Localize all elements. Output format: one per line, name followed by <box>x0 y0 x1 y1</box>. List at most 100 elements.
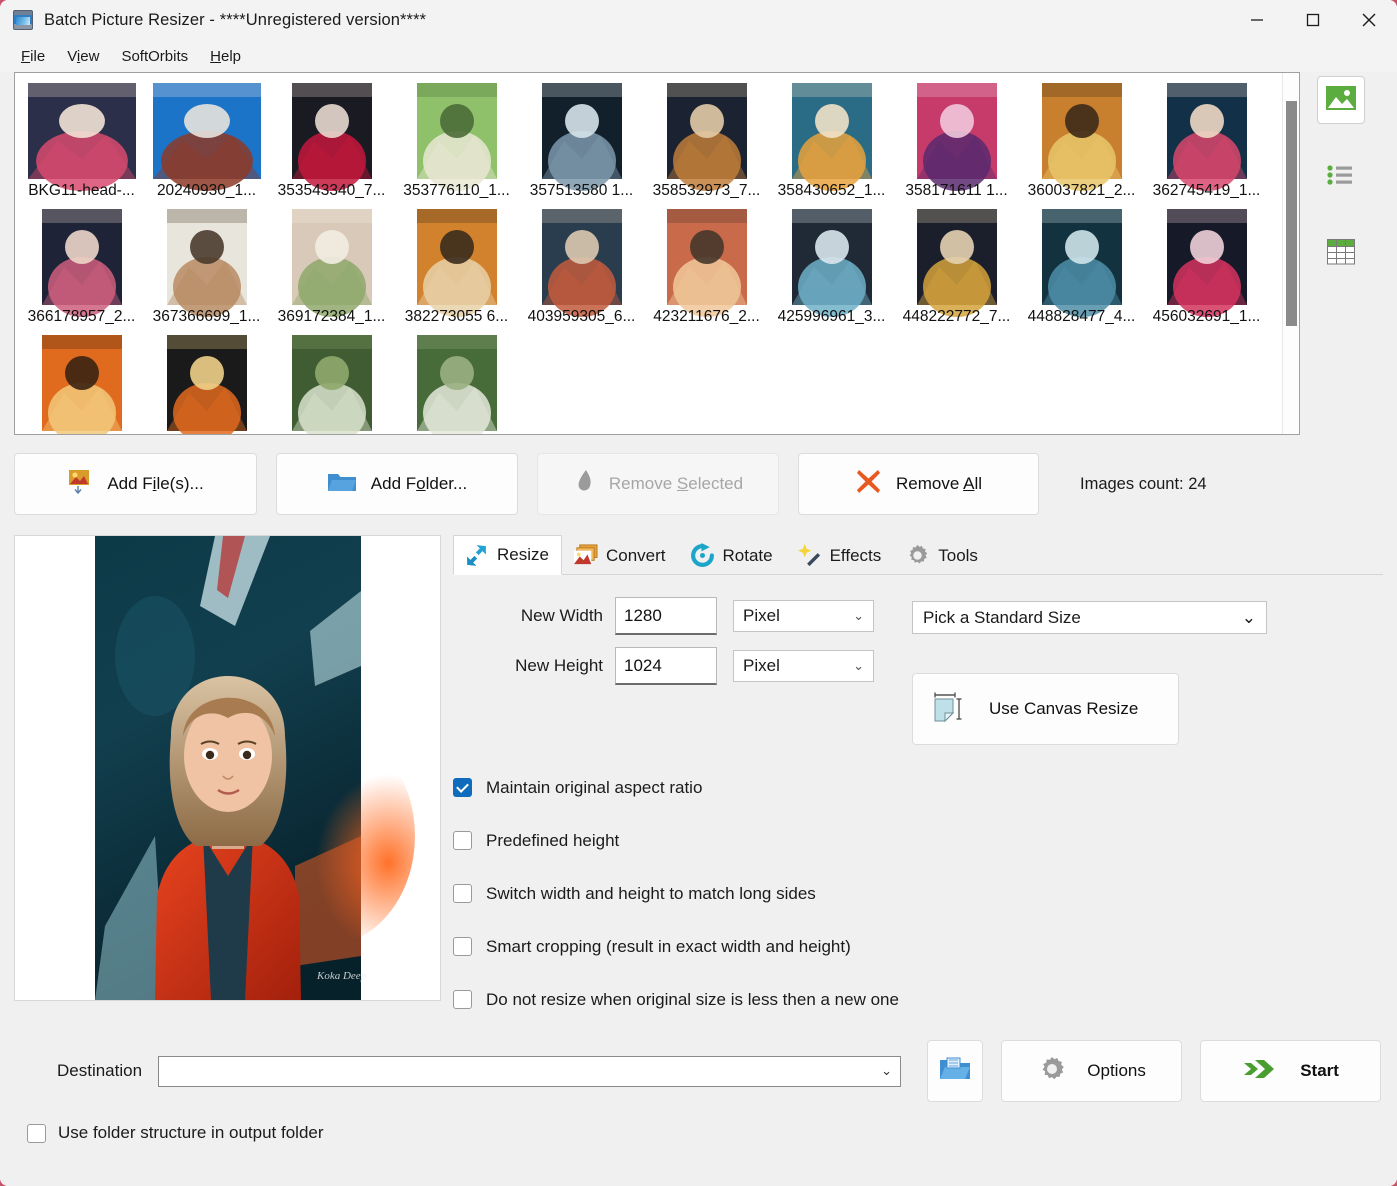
thumbnail-item[interactable]: 425996961_3... <box>769 205 894 327</box>
switch-width-height-checkbox-row[interactable]: Switch width and height to match long si… <box>453 867 1383 920</box>
thumbnail-item[interactable]: 457513196_0... <box>269 331 394 434</box>
remove-all-button[interactable]: Remove All <box>798 453 1039 515</box>
thumbnail-item[interactable]: 457959097_1... <box>394 331 519 434</box>
thumbnail-scrollbar[interactable] <box>1281 73 1299 434</box>
thumbnail-image <box>1166 209 1247 317</box>
thumbnail-item[interactable]: 360037821_2... <box>1019 79 1144 201</box>
menu-file[interactable]: File <box>10 45 56 68</box>
new-width-unit-select[interactable]: Pixel ⌄ <box>733 600 874 632</box>
new-height-input[interactable] <box>615 647 717 685</box>
predefined-height-checkbox[interactable] <box>453 831 472 850</box>
thumbnail-label: 366178957_2... <box>27 308 136 325</box>
smart-cropping-checkbox-row[interactable]: Smart cropping (result in exact width an… <box>453 920 1383 973</box>
close-button[interactable] <box>1341 0 1397 40</box>
maximize-button[interactable] <box>1285 0 1341 40</box>
use-folder-structure-row[interactable]: Use folder structure in output folder <box>27 1123 1383 1143</box>
tab-tools[interactable]: Tools <box>894 535 991 575</box>
use-canvas-resize-label: Use Canvas Resize <box>989 699 1139 718</box>
gear-icon <box>905 543 930 568</box>
thumbnail-item[interactable]: 353543340_7... <box>269 79 394 201</box>
switch-width-height-checkbox[interactable] <box>453 884 472 903</box>
start-button[interactable]: Start <box>1200 1040 1382 1102</box>
use-folder-structure-label: Use folder structure in output folder <box>58 1123 324 1142</box>
magic-wand-icon <box>797 543 822 568</box>
thumbnail-item[interactable]: 357513580 1... <box>519 79 644 201</box>
gear-icon <box>1037 1054 1067 1089</box>
rotate-circle-icon <box>690 543 715 568</box>
tab-rotate[interactable]: Rotate <box>679 535 786 575</box>
destination-input[interactable]: ⌄ <box>158 1055 902 1087</box>
thumbnail-item[interactable]: 358171611 1... <box>894 79 1019 201</box>
window-controls <box>1229 0 1397 40</box>
thumbnail-item[interactable]: 367366699_1... <box>144 205 269 327</box>
add-files-button[interactable]: Add File(s)... <box>14 453 257 515</box>
thumbnail-item[interactable]: 358430652_1... <box>769 79 894 201</box>
resize-options-list: Maintain original aspect ratio Predefined… <box>453 761 1383 1026</box>
thumbnail-item[interactable]: 369172384_1... <box>269 205 394 327</box>
remove-all-label: Remove All <box>896 474 982 493</box>
thumbnail-item[interactable]: 362745419_1... <box>1144 79 1269 201</box>
thumbnail-item[interactable]: 353776110_1... <box>394 79 519 201</box>
new-height-unit-select[interactable]: Pixel ⌄ <box>733 650 874 682</box>
add-image-icon <box>67 469 93 500</box>
thumbnail-list[interactable]: BKG11-head-... 20240930_1... 353543340_7..… <box>14 72 1300 435</box>
details-view-button[interactable] <box>1317 230 1365 278</box>
thumbnail-item[interactable]: 448828477_4... <box>1019 205 1144 327</box>
thumbnail-label: 358532973_7... <box>652 182 761 199</box>
menu-help[interactable]: Help <box>199 45 252 68</box>
tab-resize[interactable]: Resize <box>453 535 562 575</box>
switch-width-height-checkbox-label: Switch width and height to match long si… <box>486 883 816 903</box>
thumbnail-image <box>291 83 372 191</box>
maintain-aspect-ratio-checkbox-row[interactable]: Maintain original aspect ratio <box>453 761 1383 814</box>
thumbnail-item[interactable]: 461336335_0... <box>144 331 269 434</box>
thumbnail-label: 423211676_2... <box>653 308 760 325</box>
app-icon <box>13 10 33 30</box>
maintain-aspect-ratio-checkbox[interactable] <box>453 778 472 797</box>
thumbnail-item[interactable]: BKG11-head-... <box>19 79 144 201</box>
thumbnail-item[interactable]: 460274922_1... <box>19 331 144 434</box>
thumbnail-image <box>541 209 622 317</box>
settings-tabs: Resize Convert Rotate Effects Tools <box>453 535 1383 575</box>
thumbnail-item[interactable]: 382273055 6... <box>394 205 519 327</box>
predefined-height-checkbox-row[interactable]: Predefined height <box>453 814 1383 867</box>
table-icon <box>1327 238 1356 270</box>
new-width-row: New Width Pixel ⌄ <box>453 597 874 635</box>
do-not-resize-checkbox[interactable] <box>453 990 472 1009</box>
menu-view[interactable]: View <box>56 45 110 68</box>
thumbnail-image <box>166 335 247 434</box>
thumbnail-image <box>416 209 497 317</box>
thumbnail-grid: BKG11-head-... 20240930_1... 353543340_7..… <box>19 79 1295 434</box>
thumbnail-item[interactable]: 366178957_2... <box>19 205 144 327</box>
thumbnail-item[interactable]: 20240930_1... <box>144 79 269 201</box>
do-not-resize-checkbox-row[interactable]: Do not resize when original size is less… <box>453 973 1383 1026</box>
remove-selected-label: Remove Selected <box>608 474 744 493</box>
new-width-input[interactable] <box>615 597 717 635</box>
tab-convert[interactable]: Convert <box>562 535 679 575</box>
tab-effects[interactable]: Effects <box>786 535 895 575</box>
thumbnail-item[interactable]: 423211676_2... <box>644 205 769 327</box>
do-not-resize-checkbox-label: Do not resize when original size is less… <box>486 989 899 1009</box>
resize-form: New Width Pixel ⌄ New Height Pixel <box>453 597 1383 745</box>
scrollbar-thumb[interactable] <box>1285 101 1297 326</box>
thumbnail-item[interactable]: 358532973_7... <box>644 79 769 201</box>
use-canvas-resize-button[interactable]: Use Canvas Resize <box>912 673 1179 745</box>
thumbnail-image <box>916 83 997 191</box>
options-button[interactable]: Options <box>1001 1040 1183 1102</box>
minimize-button[interactable] <box>1229 0 1285 40</box>
use-folder-structure-checkbox[interactable] <box>27 1123 46 1143</box>
add-folder-label: Add Folder... <box>370 474 468 493</box>
thumbnail-label: 362745419_1... <box>1152 182 1261 199</box>
thumbnail-item[interactable]: 456032691_1... <box>1144 205 1269 327</box>
thumbnail-view-button[interactable] <box>1317 76 1366 124</box>
menu-softorbits[interactable]: SoftOrbits <box>110 45 199 68</box>
list-view-button[interactable] <box>1317 153 1365 201</box>
thumbnail-image <box>791 209 872 317</box>
standard-size-select[interactable]: Pick a Standard Size ⌄ <box>912 601 1267 634</box>
browse-destination-button[interactable] <box>927 1040 984 1102</box>
thumbnail-item[interactable]: 448222772_7... <box>894 205 1019 327</box>
thumbnail-item[interactable]: 403959305_6... <box>519 205 644 327</box>
add-folder-button[interactable]: Add Folder... <box>276 453 518 515</box>
thumbnail-label: 382273055 6... <box>404 308 509 325</box>
smart-cropping-checkbox[interactable] <box>453 937 472 956</box>
remove-selected-button[interactable]: Remove Selected <box>537 453 779 515</box>
